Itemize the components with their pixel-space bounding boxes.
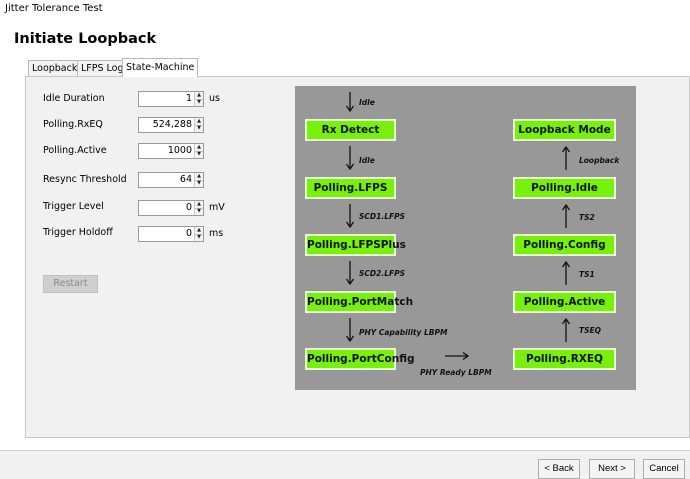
- arrow-down-icon: [345, 204, 355, 228]
- polling-active-spinbox[interactable]: 1000 ▲ ▼: [138, 143, 204, 159]
- tab-lfps-log[interactable]: LFPS Log: [77, 60, 128, 76]
- transition-label-idle: Idle: [359, 156, 375, 165]
- resync-threshold-value: 64: [179, 174, 192, 185]
- cancel-button[interactable]: Cancel: [643, 459, 685, 479]
- restart-button[interactable]: Restart: [43, 275, 98, 293]
- polling-rxeq-label: Polling.RxEQ: [43, 119, 103, 130]
- tab-state-machine[interactable]: State-Machine: [122, 58, 199, 77]
- arrow-down-icon: [345, 261, 355, 285]
- transition-label-scd2: SCD2.LFPS: [359, 269, 405, 278]
- arrow-up-icon: [561, 261, 571, 285]
- transition-label-tseq: TSEQ: [579, 326, 602, 335]
- resync-threshold-label: Resync Threshold: [43, 174, 127, 185]
- tab-loopback[interactable]: Loopback: [28, 60, 82, 76]
- state-machine-diagram: Idle Rx Detect Idle Polling.LFPS SCD1.LF…: [295, 86, 636, 390]
- trigger-holdoff-unit: ms: [209, 228, 224, 239]
- arrow-down-icon: [345, 146, 355, 170]
- trigger-holdoff-label: Trigger Holdoff: [43, 227, 113, 238]
- next-button[interactable]: Next >: [589, 459, 635, 479]
- state-polling-rxeq: Polling.RXEQ: [513, 348, 616, 370]
- spin-down-icon[interactable]: ▼: [195, 207, 203, 215]
- idle-duration-label: Idle Duration: [43, 93, 105, 104]
- polling-rxeq-value: 524,288: [152, 119, 192, 130]
- transition-label-scd1: SCD1.LFPS: [359, 212, 405, 221]
- arrow-up-icon: [561, 204, 571, 228]
- transition-label-entry: Idle: [359, 98, 375, 107]
- polling-active-value: 1000: [167, 145, 192, 156]
- spin-down-icon[interactable]: ▼: [195, 98, 203, 106]
- arrow-down-icon: [345, 92, 355, 112]
- state-polling-active: Polling.Active: [513, 291, 616, 313]
- spin-down-icon[interactable]: ▼: [195, 150, 203, 158]
- state-polling-lfps: Polling.LFPS: [305, 177, 396, 199]
- trigger-level-spinbox[interactable]: 0 ▲ ▼: [138, 200, 204, 216]
- state-polling-portmatch: Polling.PortMatch: [305, 291, 413, 313]
- arrow-up-icon: [561, 146, 571, 170]
- idle-duration-value: 1: [185, 93, 192, 104]
- idle-duration-unit: us: [209, 93, 220, 104]
- arrow-down-icon: [345, 318, 355, 342]
- spin-down-icon[interactable]: ▼: [195, 233, 203, 241]
- state-polling-idle: Polling.Idle: [513, 177, 616, 199]
- state-polling-lfpsplus: Polling.LFPSPlus: [305, 234, 406, 256]
- trigger-holdoff-value: 0: [185, 228, 192, 239]
- trigger-level-unit: mV: [209, 202, 225, 213]
- transition-label-phy-ready: PHY Ready LBPM: [420, 368, 492, 377]
- polling-rxeq-spinbox[interactable]: 524,288 ▲ ▼: [138, 117, 204, 133]
- window-title: Jitter Tolerance Test: [5, 3, 103, 14]
- back-button[interactable]: < Back: [538, 459, 580, 479]
- state-polling-config: Polling.Config: [513, 234, 616, 256]
- resync-threshold-spinbox[interactable]: 64 ▲ ▼: [138, 172, 204, 188]
- arrow-right-icon: [445, 351, 469, 361]
- trigger-level-label: Trigger Level: [43, 201, 104, 212]
- spin-down-icon[interactable]: ▼: [195, 179, 203, 187]
- polling-active-label: Polling.Active: [43, 145, 107, 156]
- state-rx-detect: Rx Detect: [305, 119, 396, 141]
- state-polling-portconfig: Polling.PortConfig: [305, 348, 415, 370]
- page-heading: Initiate Loopback: [14, 31, 157, 47]
- state-loopback-mode: Loopback Mode: [513, 119, 616, 141]
- spin-down-icon[interactable]: ▼: [195, 124, 203, 132]
- transition-label-ts2: TS2: [579, 213, 595, 222]
- trigger-holdoff-spinbox[interactable]: 0 ▲ ▼: [138, 226, 204, 242]
- trigger-level-value: 0: [185, 202, 192, 213]
- transition-label-loopback: Loopback: [579, 156, 620, 165]
- transition-label-phy-capability: PHY Capability LBPM: [359, 328, 448, 337]
- wizard-footer: [0, 450, 690, 479]
- idle-duration-spinbox[interactable]: 1 ▲ ▼: [138, 91, 204, 107]
- transition-label-ts1: TS1: [579, 270, 595, 279]
- arrow-up-icon: [561, 318, 571, 342]
